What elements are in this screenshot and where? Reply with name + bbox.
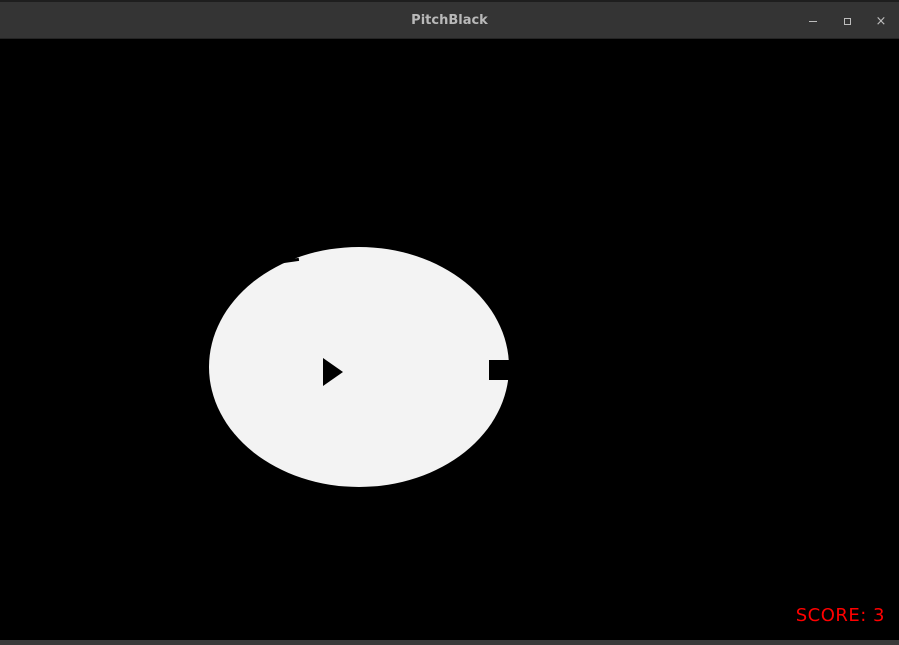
- player-triangle-icon: [323, 358, 343, 386]
- window-bottom-edge: [0, 640, 899, 645]
- close-icon: ×: [875, 13, 887, 29]
- close-button[interactable]: ×: [870, 10, 892, 32]
- window-title: PitchBlack: [411, 13, 488, 28]
- app-window: PitchBlack × SCORE: 3: [0, 2, 899, 645]
- maximize-icon: [843, 17, 851, 25]
- title-bar[interactable]: PitchBlack ×: [0, 2, 899, 39]
- score-label: SCORE: 3: [795, 605, 885, 626]
- light-radius: [209, 247, 509, 487]
- maximize-button[interactable]: [836, 10, 858, 32]
- minimize-button[interactable]: [802, 10, 824, 32]
- minimize-icon: [809, 21, 817, 22]
- obstacle-block: [489, 360, 509, 380]
- game-canvas[interactable]: SCORE: 3: [0, 40, 899, 640]
